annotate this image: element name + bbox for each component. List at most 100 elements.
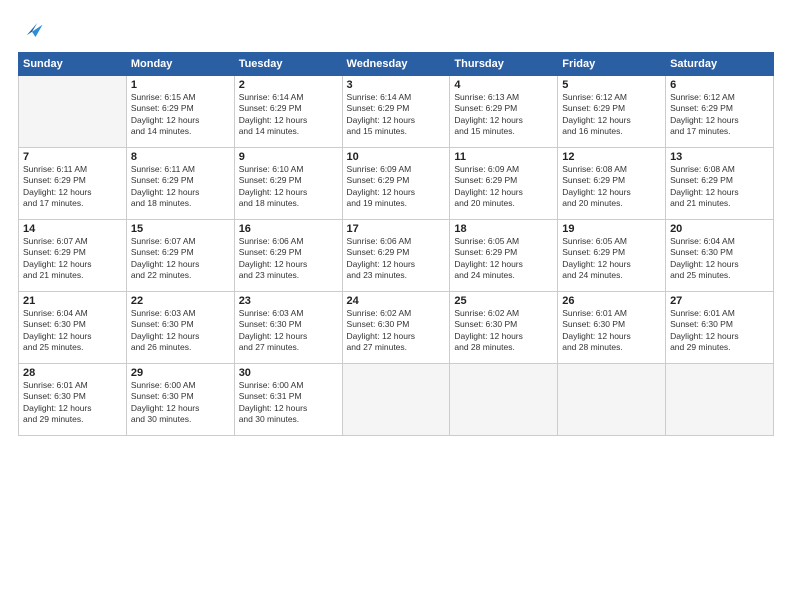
- logo-icon: [18, 16, 46, 44]
- day-number: 8: [131, 151, 230, 163]
- day-info: Sunrise: 6:12 AMSunset: 6:29 PMDaylight:…: [562, 92, 661, 138]
- calendar-week-3: 14Sunrise: 6:07 AMSunset: 6:29 PMDayligh…: [19, 220, 774, 292]
- day-number: 16: [239, 223, 338, 235]
- day-info: Sunrise: 6:01 AMSunset: 6:30 PMDaylight:…: [23, 380, 122, 426]
- calendar-cell: 29Sunrise: 6:00 AMSunset: 6:30 PMDayligh…: [126, 364, 234, 436]
- day-number: 3: [347, 79, 446, 91]
- day-number: 5: [562, 79, 661, 91]
- weekday-header-tuesday: Tuesday: [234, 53, 342, 76]
- day-info: Sunrise: 6:01 AMSunset: 6:30 PMDaylight:…: [670, 308, 769, 354]
- day-number: 25: [454, 295, 553, 307]
- calendar-cell: 18Sunrise: 6:05 AMSunset: 6:29 PMDayligh…: [450, 220, 558, 292]
- day-info: Sunrise: 6:14 AMSunset: 6:29 PMDaylight:…: [239, 92, 338, 138]
- day-info: Sunrise: 6:05 AMSunset: 6:29 PMDaylight:…: [454, 236, 553, 282]
- calendar-cell: 2Sunrise: 6:14 AMSunset: 6:29 PMDaylight…: [234, 76, 342, 148]
- calendar-cell: 3Sunrise: 6:14 AMSunset: 6:29 PMDaylight…: [342, 76, 450, 148]
- calendar-cell: 21Sunrise: 6:04 AMSunset: 6:30 PMDayligh…: [19, 292, 127, 364]
- day-number: 11: [454, 151, 553, 163]
- day-number: 17: [347, 223, 446, 235]
- logo: [18, 16, 50, 44]
- day-number: 4: [454, 79, 553, 91]
- calendar-cell: 25Sunrise: 6:02 AMSunset: 6:30 PMDayligh…: [450, 292, 558, 364]
- day-number: 23: [239, 295, 338, 307]
- calendar-page: SundayMondayTuesdayWednesdayThursdayFrid…: [0, 0, 792, 612]
- calendar-table: SundayMondayTuesdayWednesdayThursdayFrid…: [18, 52, 774, 436]
- weekday-header-wednesday: Wednesday: [342, 53, 450, 76]
- calendar-cell: [450, 364, 558, 436]
- calendar-week-4: 21Sunrise: 6:04 AMSunset: 6:30 PMDayligh…: [19, 292, 774, 364]
- day-number: 30: [239, 367, 338, 379]
- calendar-cell: 8Sunrise: 6:11 AMSunset: 6:29 PMDaylight…: [126, 148, 234, 220]
- calendar-cell: 17Sunrise: 6:06 AMSunset: 6:29 PMDayligh…: [342, 220, 450, 292]
- calendar-cell: 16Sunrise: 6:06 AMSunset: 6:29 PMDayligh…: [234, 220, 342, 292]
- day-info: Sunrise: 6:00 AMSunset: 6:30 PMDaylight:…: [131, 380, 230, 426]
- calendar-cell: 11Sunrise: 6:09 AMSunset: 6:29 PMDayligh…: [450, 148, 558, 220]
- weekday-header-monday: Monday: [126, 53, 234, 76]
- weekday-header-sunday: Sunday: [19, 53, 127, 76]
- calendar-cell: 5Sunrise: 6:12 AMSunset: 6:29 PMDaylight…: [558, 76, 666, 148]
- day-number: 21: [23, 295, 122, 307]
- day-number: 24: [347, 295, 446, 307]
- calendar-cell: 15Sunrise: 6:07 AMSunset: 6:29 PMDayligh…: [126, 220, 234, 292]
- day-info: Sunrise: 6:04 AMSunset: 6:30 PMDaylight:…: [23, 308, 122, 354]
- day-info: Sunrise: 6:00 AMSunset: 6:31 PMDaylight:…: [239, 380, 338, 426]
- day-number: 7: [23, 151, 122, 163]
- calendar-cell: 19Sunrise: 6:05 AMSunset: 6:29 PMDayligh…: [558, 220, 666, 292]
- day-number: 10: [347, 151, 446, 163]
- day-info: Sunrise: 6:07 AMSunset: 6:29 PMDaylight:…: [131, 236, 230, 282]
- day-info: Sunrise: 6:08 AMSunset: 6:29 PMDaylight:…: [670, 164, 769, 210]
- day-info: Sunrise: 6:03 AMSunset: 6:30 PMDaylight:…: [239, 308, 338, 354]
- day-info: Sunrise: 6:07 AMSunset: 6:29 PMDaylight:…: [23, 236, 122, 282]
- calendar-cell: 30Sunrise: 6:00 AMSunset: 6:31 PMDayligh…: [234, 364, 342, 436]
- day-number: 2: [239, 79, 338, 91]
- calendar-cell: 10Sunrise: 6:09 AMSunset: 6:29 PMDayligh…: [342, 148, 450, 220]
- calendar-cell: 12Sunrise: 6:08 AMSunset: 6:29 PMDayligh…: [558, 148, 666, 220]
- day-info: Sunrise: 6:15 AMSunset: 6:29 PMDaylight:…: [131, 92, 230, 138]
- day-info: Sunrise: 6:12 AMSunset: 6:29 PMDaylight:…: [670, 92, 769, 138]
- calendar-cell: 20Sunrise: 6:04 AMSunset: 6:30 PMDayligh…: [666, 220, 774, 292]
- day-number: 29: [131, 367, 230, 379]
- calendar-week-2: 7Sunrise: 6:11 AMSunset: 6:29 PMDaylight…: [19, 148, 774, 220]
- calendar-cell: 13Sunrise: 6:08 AMSunset: 6:29 PMDayligh…: [666, 148, 774, 220]
- calendar-cell: 23Sunrise: 6:03 AMSunset: 6:30 PMDayligh…: [234, 292, 342, 364]
- calendar-cell: 27Sunrise: 6:01 AMSunset: 6:30 PMDayligh…: [666, 292, 774, 364]
- day-info: Sunrise: 6:09 AMSunset: 6:29 PMDaylight:…: [454, 164, 553, 210]
- day-info: Sunrise: 6:09 AMSunset: 6:29 PMDaylight:…: [347, 164, 446, 210]
- weekday-header-friday: Friday: [558, 53, 666, 76]
- header: [18, 16, 774, 44]
- calendar-cell: 22Sunrise: 6:03 AMSunset: 6:30 PMDayligh…: [126, 292, 234, 364]
- day-number: 13: [670, 151, 769, 163]
- calendar-cell: [666, 364, 774, 436]
- calendar-cell: 7Sunrise: 6:11 AMSunset: 6:29 PMDaylight…: [19, 148, 127, 220]
- day-info: Sunrise: 6:05 AMSunset: 6:29 PMDaylight:…: [562, 236, 661, 282]
- calendar-week-1: 1Sunrise: 6:15 AMSunset: 6:29 PMDaylight…: [19, 76, 774, 148]
- day-number: 1: [131, 79, 230, 91]
- day-number: 12: [562, 151, 661, 163]
- day-number: 27: [670, 295, 769, 307]
- day-number: 14: [23, 223, 122, 235]
- day-number: 15: [131, 223, 230, 235]
- calendar-cell: 9Sunrise: 6:10 AMSunset: 6:29 PMDaylight…: [234, 148, 342, 220]
- day-info: Sunrise: 6:08 AMSunset: 6:29 PMDaylight:…: [562, 164, 661, 210]
- day-info: Sunrise: 6:06 AMSunset: 6:29 PMDaylight:…: [239, 236, 338, 282]
- day-info: Sunrise: 6:02 AMSunset: 6:30 PMDaylight:…: [454, 308, 553, 354]
- day-info: Sunrise: 6:01 AMSunset: 6:30 PMDaylight:…: [562, 308, 661, 354]
- day-number: 22: [131, 295, 230, 307]
- calendar-cell: [558, 364, 666, 436]
- day-info: Sunrise: 6:06 AMSunset: 6:29 PMDaylight:…: [347, 236, 446, 282]
- day-info: Sunrise: 6:11 AMSunset: 6:29 PMDaylight:…: [23, 164, 122, 210]
- day-number: 9: [239, 151, 338, 163]
- day-number: 26: [562, 295, 661, 307]
- calendar-cell: 14Sunrise: 6:07 AMSunset: 6:29 PMDayligh…: [19, 220, 127, 292]
- day-number: 18: [454, 223, 553, 235]
- calendar-cell: [342, 364, 450, 436]
- calendar-cell: 6Sunrise: 6:12 AMSunset: 6:29 PMDaylight…: [666, 76, 774, 148]
- calendar-cell: 26Sunrise: 6:01 AMSunset: 6:30 PMDayligh…: [558, 292, 666, 364]
- calendar-cell: 1Sunrise: 6:15 AMSunset: 6:29 PMDaylight…: [126, 76, 234, 148]
- day-number: 6: [670, 79, 769, 91]
- weekday-header-saturday: Saturday: [666, 53, 774, 76]
- calendar-cell: 4Sunrise: 6:13 AMSunset: 6:29 PMDaylight…: [450, 76, 558, 148]
- day-info: Sunrise: 6:03 AMSunset: 6:30 PMDaylight:…: [131, 308, 230, 354]
- day-info: Sunrise: 6:14 AMSunset: 6:29 PMDaylight:…: [347, 92, 446, 138]
- day-number: 20: [670, 223, 769, 235]
